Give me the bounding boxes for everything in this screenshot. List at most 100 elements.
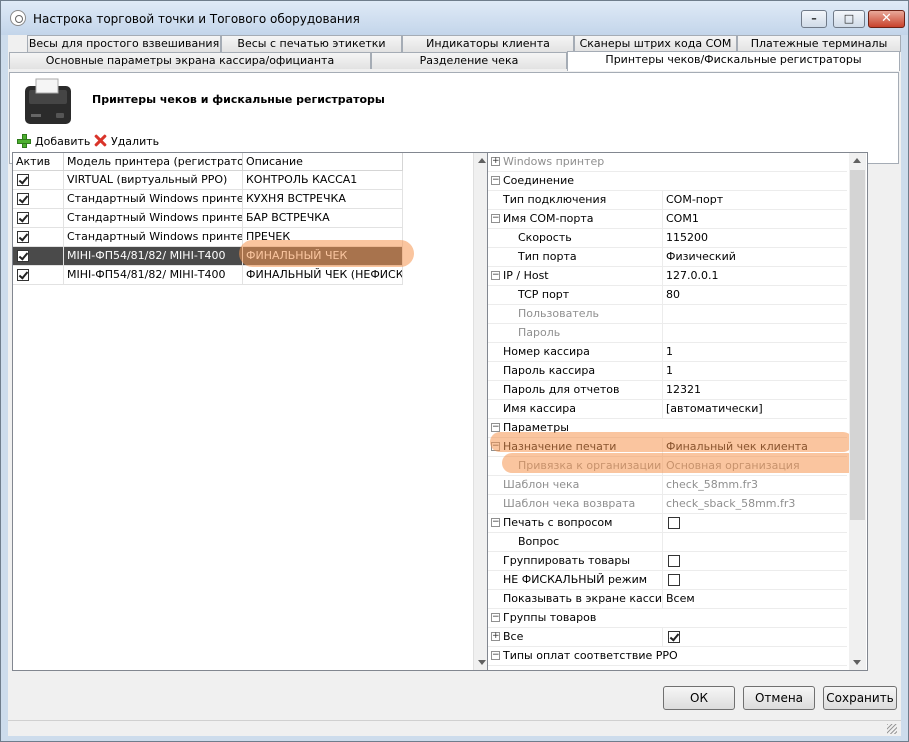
property-value[interactable]	[664, 571, 848, 589]
property-value[interactable]: COM-порт	[664, 191, 848, 209]
maximize-button[interactable]: □	[833, 10, 865, 28]
property-value[interactable]: 12321	[664, 381, 848, 399]
property-row[interactable]: − IP / Host 127.0.0.1	[488, 267, 847, 286]
property-value[interactable]: check_58mm.fr3	[664, 476, 848, 494]
active-cell[interactable]	[13, 190, 64, 209]
cancel-button[interactable]: Отмена	[743, 686, 815, 710]
property-value[interactable]: Финальный чек клиента	[664, 438, 848, 456]
property-value[interactable]: 80	[664, 286, 848, 304]
model-cell[interactable]: Стандартный Windows принтер	[64, 190, 243, 209]
property-row[interactable]: НЕ ФИСКАЛЬНЫЙ режим	[488, 571, 847, 590]
model-cell[interactable]: Стандартный Windows принтер	[64, 228, 243, 247]
printers-grid[interactable]: Актив Модель принтера (регистратора) Опи…	[12, 152, 490, 671]
tab-label-scales[interactable]: Весы с печатью этикетки	[221, 35, 402, 52]
column-header-model[interactable]: Модель принтера (регистратора)	[64, 153, 243, 171]
tab-cashier-screen[interactable]: Основные параметры экрана кассира/официа…	[9, 52, 371, 69]
property-row[interactable]: − Печать с вопросом	[488, 514, 847, 533]
property-value[interactable]: Основная организация	[664, 457, 848, 475]
model-cell[interactable]: Стандартный Windows принтер	[64, 209, 243, 228]
property-value[interactable]	[664, 305, 848, 323]
property-checkbox[interactable]	[668, 574, 680, 586]
active-cell[interactable]	[13, 209, 64, 228]
property-row[interactable]: + Все	[488, 628, 847, 647]
property-value[interactable]	[664, 514, 848, 532]
model-cell[interactable]: МІНІ-ФП54/81/82/ МІНІ-Т400	[64, 266, 243, 285]
property-value[interactable]	[664, 533, 848, 551]
property-row[interactable]: Показывать в экране кассира/Всем	[488, 590, 847, 609]
property-row[interactable]: Тип порта Физический	[488, 248, 847, 267]
property-row[interactable]: Пароль кассира 1	[488, 362, 847, 381]
property-checkbox[interactable]	[668, 631, 680, 643]
scroll-up-icon[interactable]	[853, 158, 861, 163]
property-row[interactable]: TCP порт 80	[488, 286, 847, 305]
scroll-up-icon[interactable]	[478, 158, 486, 163]
property-row[interactable]: Тип подключения COM-порт	[488, 191, 847, 210]
active-cell[interactable]	[13, 247, 64, 266]
property-row[interactable]: Шаблон чека check_58mm.fr3	[488, 476, 847, 495]
property-value[interactable]: 1	[664, 362, 848, 380]
property-value[interactable]: 1	[664, 343, 848, 361]
delete-button[interactable]: Удалить	[93, 134, 159, 150]
tab-simple-scales[interactable]: Весы для простого взвешивания	[27, 35, 221, 52]
tab-customer-displays[interactable]: Индикаторы клиента	[402, 35, 574, 52]
description-cell[interactable]: ФИНАЛЬНЫЙ ЧЕК	[243, 247, 403, 266]
description-cell[interactable]: БАР ВСТРЕЧКА	[243, 209, 403, 228]
table-row[interactable]: МІНІ-ФП54/81/82/ МІНІ-Т400 ФИНАЛЬНЫЙ ЧЕК …	[13, 266, 403, 285]
property-category[interactable]: − Группы товаров	[488, 609, 847, 628]
property-row[interactable]: Пользователь	[488, 305, 847, 324]
property-row[interactable]: Группировать товары	[488, 552, 847, 571]
description-cell[interactable]: КУХНЯ ВСТРЕЧКА	[243, 190, 403, 209]
table-row[interactable]: МІНІ-ФП54/81/82/ МІНІ-Т400 ФИНАЛЬНЫЙ ЧЕК	[13, 247, 403, 266]
property-value[interactable]: Всем	[664, 590, 848, 608]
property-row[interactable]: Пароль для отчетов 12321	[488, 381, 847, 400]
scroll-down-icon[interactable]	[478, 660, 486, 665]
active-cell[interactable]	[13, 228, 64, 247]
property-value[interactable]: 115200	[664, 229, 848, 247]
tab-barcode-scanners[interactable]: Сканеры штрих кода COM	[574, 35, 737, 52]
scroll-down-icon[interactable]	[853, 660, 861, 665]
add-button[interactable]: Добавить	[17, 134, 90, 150]
property-row[interactable]: − Назначение печати Финальный чек клиента	[488, 438, 847, 457]
active-checkbox[interactable]	[17, 269, 29, 281]
tab-receipt-printers[interactable]: Принтеры чеков/Фискальные регистраторы	[567, 51, 900, 71]
active-checkbox[interactable]	[17, 231, 29, 243]
table-row[interactable]: Стандартный Windows принтер БАР ВСТРЕЧКА	[13, 209, 403, 228]
column-header-active[interactable]: Актив	[13, 153, 64, 171]
minimize-button[interactable]: –	[801, 10, 827, 28]
description-cell[interactable]: ФИНАЛЬНЫЙ ЧЕК (НЕФИСК)	[243, 266, 403, 285]
property-category[interactable]: − Параметры	[488, 419, 847, 438]
property-inspector[interactable]: + Windows принтер − Соединение Тип подключен…	[487, 152, 868, 671]
property-row[interactable]: Имя кассира [автоматически]	[488, 400, 847, 419]
property-value[interactable]: 127.0.0.1	[664, 267, 848, 285]
active-checkbox[interactable]	[17, 212, 29, 224]
property-row[interactable]: Номер кассира 1	[488, 343, 847, 362]
model-cell[interactable]: МІНІ-ФП54/81/82/ МІНІ-Т400	[64, 247, 243, 266]
title-bar[interactable]: Настрока торговой точки и Тогового обору…	[1, 1, 908, 35]
ok-button[interactable]: ОК	[663, 686, 735, 710]
property-value[interactable]: [автоматически]	[664, 400, 848, 418]
property-row[interactable]: Шаблон чека возврата check_sback_58mm.fr3	[488, 495, 847, 514]
property-row[interactable]: Привязка к организации Основная организац…	[488, 457, 847, 476]
column-header-description[interactable]: Описание	[243, 153, 403, 171]
active-checkbox[interactable]	[17, 193, 29, 205]
model-cell[interactable]: VIRTUAL (виртуальный РРО)	[64, 171, 243, 190]
property-row[interactable]: Скорость 115200	[488, 229, 847, 248]
description-cell[interactable]: КОНТРОЛЬ КАССА1	[243, 171, 403, 190]
active-cell[interactable]	[13, 171, 64, 190]
property-value[interactable]	[664, 552, 848, 570]
property-category[interactable]: − Типы оплат соответствие РРО	[488, 647, 847, 666]
property-value[interactable]: COM1	[664, 210, 848, 228]
resize-grip-icon[interactable]	[887, 724, 897, 734]
property-checkbox[interactable]	[668, 555, 680, 567]
table-row[interactable]: Стандартный Windows принтер ПРЕЧЕК	[13, 228, 403, 247]
property-row[interactable]: Пароль	[488, 324, 847, 343]
property-category[interactable]: − Соединение	[488, 172, 847, 191]
property-value[interactable]	[664, 628, 848, 646]
property-checkbox[interactable]	[668, 517, 680, 529]
property-row[interactable]: Вопрос	[488, 533, 847, 552]
property-value[interactable]: Физический	[664, 248, 848, 266]
tab-payment-terminals[interactable]: Платежные терминалы	[737, 35, 901, 52]
table-row[interactable]: Стандартный Windows принтер КУХНЯ ВСТРЕЧК…	[13, 190, 403, 209]
property-value[interactable]: check_sback_58mm.fr3	[664, 495, 848, 513]
close-button[interactable]: ✕	[868, 10, 905, 28]
